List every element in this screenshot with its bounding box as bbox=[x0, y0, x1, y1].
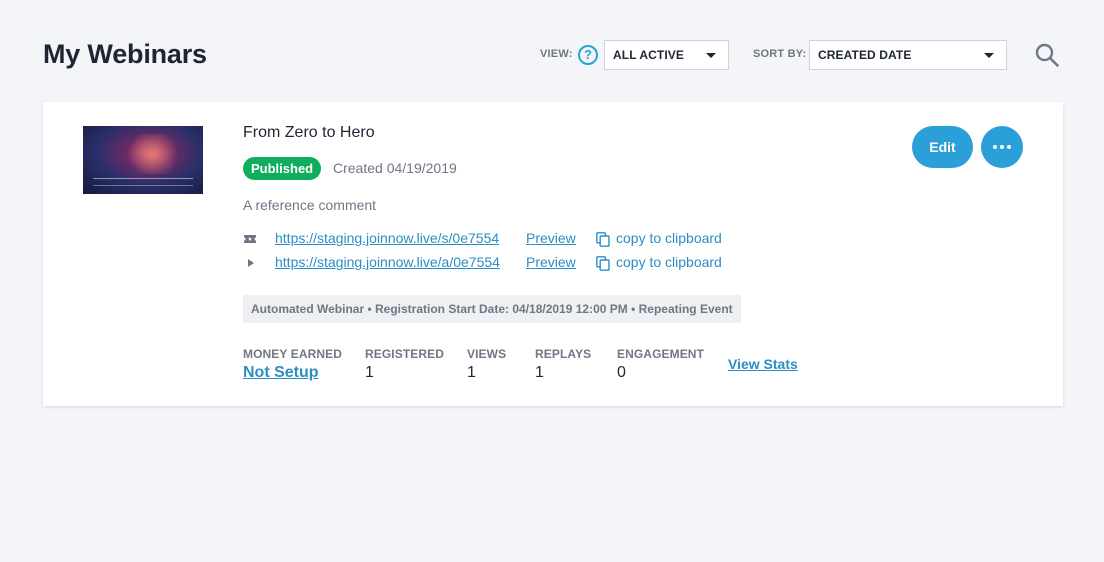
ticket-icon bbox=[244, 235, 256, 243]
view-label: VIEW: bbox=[540, 48, 573, 60]
attendee-url-link[interactable]: https://staging.joinnow.live/a/0e7554 bbox=[275, 254, 500, 270]
webinar-card: From Zero to Hero Published Created 04/1… bbox=[43, 102, 1063, 406]
page-title: My Webinars bbox=[43, 39, 207, 69]
registration-copy-button[interactable]: copy to clipboard bbox=[616, 230, 722, 246]
stat-value-replays: 1 bbox=[535, 364, 544, 381]
attendee-preview-link[interactable]: Preview bbox=[526, 254, 576, 270]
registration-preview-link[interactable]: Preview bbox=[526, 230, 576, 246]
play-icon bbox=[248, 259, 254, 267]
more-dot-icon bbox=[993, 145, 997, 149]
chevron-down-icon bbox=[706, 53, 716, 58]
stat-label-views: VIEWS bbox=[467, 347, 507, 361]
copy-icon[interactable] bbox=[596, 256, 610, 271]
help-icon[interactable]: ? bbox=[578, 45, 598, 65]
search-icon[interactable] bbox=[1034, 42, 1060, 68]
view-select[interactable]: ALL ACTIVE bbox=[604, 40, 729, 70]
more-options-button[interactable] bbox=[981, 126, 1023, 168]
webinar-info-bar: Automated Webinar • Registration Start D… bbox=[243, 295, 741, 323]
more-dot-icon bbox=[1000, 145, 1004, 149]
stat-label-registered: REGISTERED bbox=[365, 347, 445, 361]
stat-label-replays: REPLAYS bbox=[535, 347, 592, 361]
created-date: Created 04/19/2019 bbox=[333, 160, 457, 176]
registration-url-link[interactable]: https://staging.joinnow.live/s/0e7554 bbox=[275, 230, 499, 246]
sort-select[interactable]: CREATED DATE bbox=[809, 40, 1007, 70]
stat-label-engagement: ENGAGEMENT bbox=[617, 347, 705, 361]
status-badge: Published bbox=[243, 157, 322, 180]
thumbnail-caption bbox=[93, 178, 193, 186]
sort-label: SORT BY: bbox=[753, 48, 807, 60]
thumbnail-glow bbox=[123, 134, 183, 174]
copy-icon[interactable] bbox=[596, 232, 610, 247]
chevron-down-icon bbox=[984, 53, 994, 58]
edit-button[interactable]: Edit bbox=[912, 126, 973, 168]
view-stats-link[interactable]: View Stats bbox=[728, 356, 798, 372]
more-dot-icon bbox=[1007, 145, 1011, 149]
stat-value-engagement: 0 bbox=[617, 364, 626, 381]
webinar-thumbnail[interactable] bbox=[83, 126, 203, 194]
sort-select-value: CREATED DATE bbox=[818, 48, 912, 62]
view-select-value: ALL ACTIVE bbox=[613, 48, 685, 62]
webinar-comment: A reference comment bbox=[243, 197, 377, 213]
stat-label-money-earned: MONEY EARNED bbox=[243, 347, 342, 361]
money-earned-link[interactable]: Not Setup bbox=[243, 364, 319, 381]
stat-value-views: 1 bbox=[467, 364, 476, 381]
attendee-link-row: https://staging.joinnow.live/a/0e7554 Pr… bbox=[243, 254, 743, 272]
attendee-copy-button[interactable]: copy to clipboard bbox=[616, 254, 722, 270]
stat-value-registered: 1 bbox=[365, 364, 374, 381]
registration-link-row: https://staging.joinnow.live/s/0e7554 Pr… bbox=[243, 230, 743, 248]
webinar-title[interactable]: From Zero to Hero bbox=[243, 124, 375, 142]
